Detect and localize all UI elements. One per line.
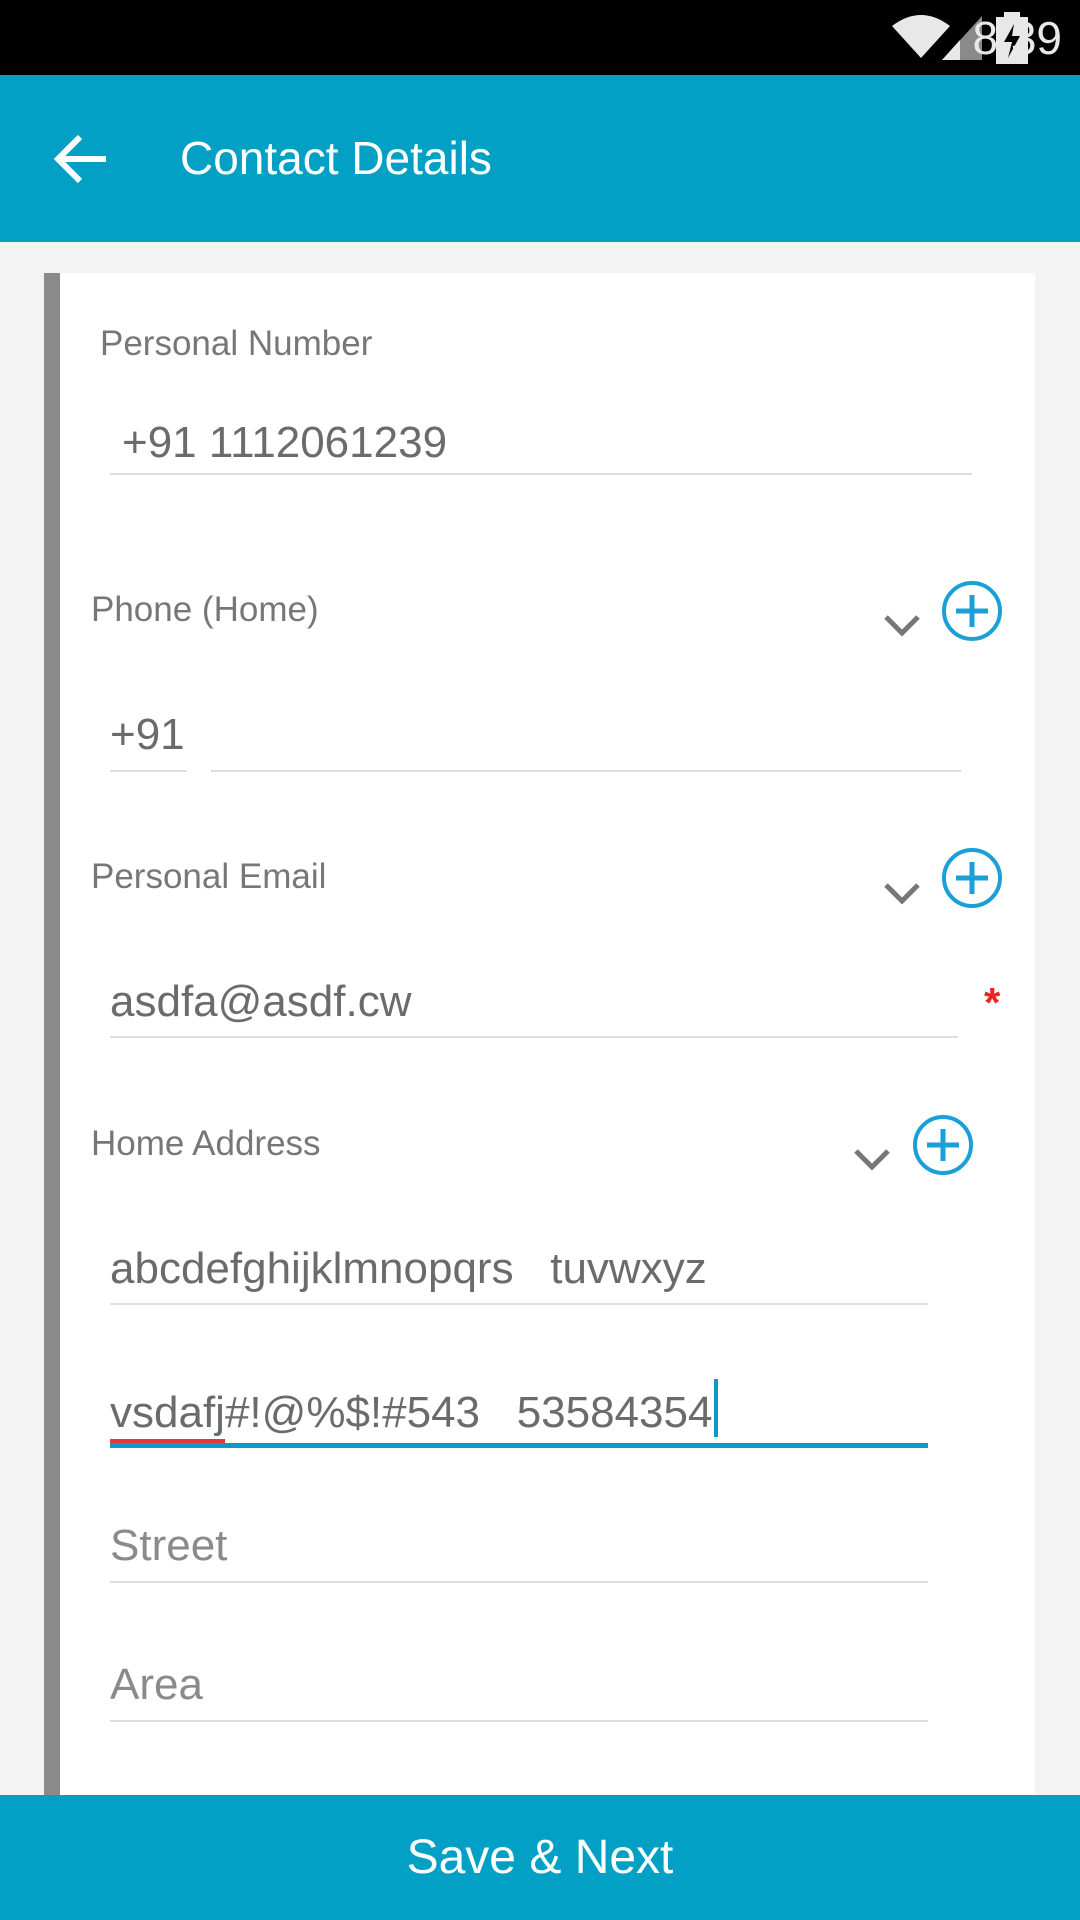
phone-home-code-underline bbox=[110, 770, 187, 772]
back-button[interactable] bbox=[50, 127, 118, 191]
street-field[interactable]: Street bbox=[110, 1518, 227, 1574]
chevron-down-icon[interactable] bbox=[852, 1145, 892, 1175]
status-time: 8:39 bbox=[972, 12, 1062, 64]
personal-email-underline bbox=[110, 1036, 958, 1038]
address-line2-field[interactable]: vsdafj#!@%$!#543 53584354 bbox=[110, 1379, 719, 1443]
phone-home-underline bbox=[211, 770, 961, 772]
chevron-down-icon[interactable] bbox=[882, 879, 922, 909]
misspelled-word: vsdafj bbox=[110, 1388, 225, 1443]
area-underline bbox=[110, 1720, 928, 1722]
address-line2-text: #!@%$!#543 53584354 bbox=[224, 1388, 713, 1437]
add-personal-email-icon[interactable] bbox=[941, 847, 1003, 909]
arrow-left-icon bbox=[53, 134, 106, 184]
street-underline bbox=[110, 1581, 928, 1583]
save-next-label: Save & Next bbox=[406, 1831, 674, 1884]
personal-number-label: Personal Number bbox=[100, 324, 373, 363]
required-asterisk: * bbox=[984, 979, 1001, 1026]
personal-email-field[interactable]: asdfa@asdf.cw bbox=[110, 974, 411, 1030]
address-line1-field[interactable]: abcdefghijklmnopqrs tuvwxyz bbox=[110, 1241, 707, 1297]
add-home-address-icon[interactable] bbox=[912, 1114, 974, 1176]
address-line2-underline bbox=[110, 1443, 928, 1448]
address-line1-underline bbox=[110, 1303, 928, 1305]
personal-email-label: Personal Email bbox=[91, 857, 327, 896]
home-address-label: Home Address bbox=[91, 1124, 321, 1163]
area-field[interactable]: Area bbox=[110, 1657, 203, 1713]
card-accent-bar bbox=[44, 273, 60, 1795]
add-phone-home-icon[interactable] bbox=[941, 580, 1003, 642]
app-bar: Contact Details bbox=[0, 75, 1080, 242]
contact-form-card: Personal Number +91 1112061239 Phone (Ho… bbox=[44, 273, 1035, 1795]
chevron-down-icon[interactable] bbox=[882, 611, 922, 641]
phone-home-label: Phone (Home) bbox=[91, 590, 319, 629]
personal-number-underline bbox=[110, 473, 972, 475]
save-next-button[interactable]: Save & Next bbox=[0, 1795, 1080, 1920]
text-cursor bbox=[714, 1379, 719, 1437]
phone-home-code[interactable]: +91 bbox=[110, 707, 185, 763]
page-title: Contact Details bbox=[180, 132, 492, 184]
phone-home-field[interactable] bbox=[212, 707, 962, 763]
personal-number-field[interactable]: +91 1112061239 bbox=[122, 415, 447, 471]
status-bar: 8:39 bbox=[0, 0, 1080, 75]
